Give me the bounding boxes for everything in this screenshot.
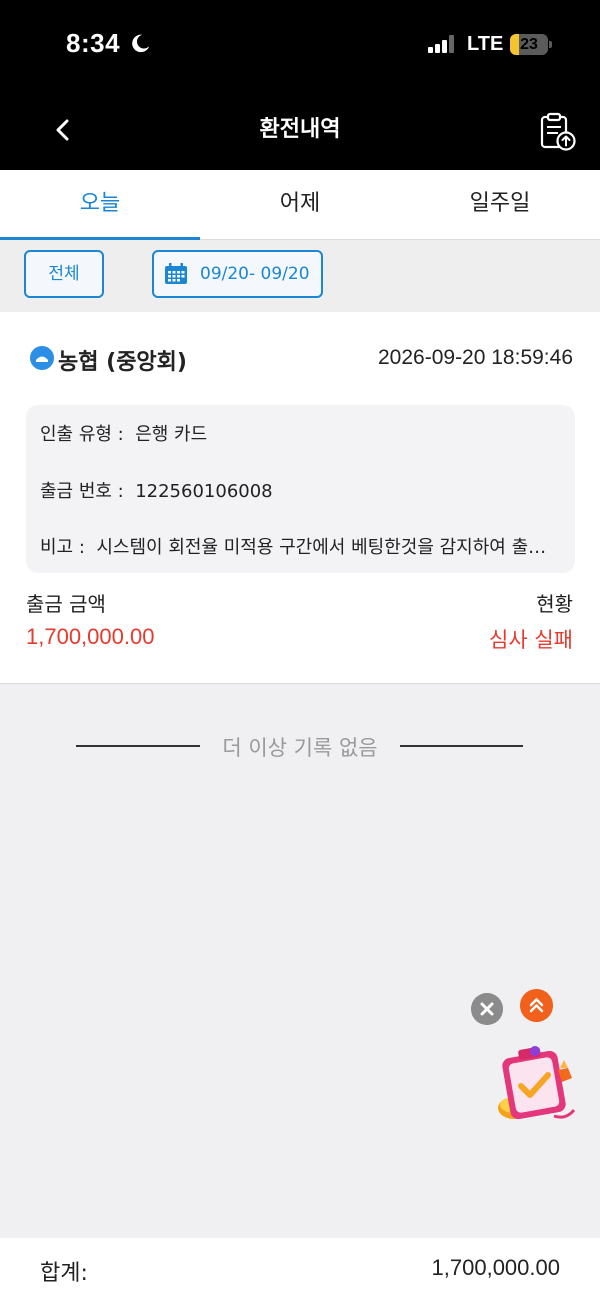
tab-today[interactable]: 오늘: [0, 170, 200, 240]
tab-yesterday[interactable]: 어제: [200, 170, 400, 240]
bank-name: 농협 (중앙회): [58, 350, 187, 375]
chevron-left-icon[interactable]: [46, 112, 82, 148]
status-bar: 8:34 LTE 23: [0, 0, 600, 90]
withdraw-type-value: 은행 카드: [135, 424, 208, 445]
scroll-top-icon[interactable]: [520, 989, 553, 1022]
total-label: 합계:: [40, 1261, 88, 1286]
record-datetime: 2026-09-20 18:59:46: [378, 346, 573, 369]
total-value: 1,700,000.00: [431, 1255, 560, 1280]
withdraw-number-value: 122560106008: [135, 481, 273, 502]
calendar-icon: [165, 263, 187, 284]
withdraw-type-row: 인출 유형 : 은행 카드: [40, 420, 207, 446]
no-more-records: 더 이상 기록 없음: [222, 736, 378, 760]
battery-level: 23: [520, 36, 538, 53]
status-value: 심사 실패: [489, 628, 573, 652]
exchange-record-card[interactable]: 농협 (중앙회) 2026-09-20 18:59:46 인출 유형 : 은행 …: [0, 312, 600, 684]
moon-icon: [132, 34, 150, 53]
bank-logo-icon: [30, 346, 54, 370]
filter-all-button[interactable]: 전체: [24, 250, 104, 298]
filter-bar: 전체 09/20- 09/20: [0, 240, 600, 312]
nav-bar: 환전내역: [0, 90, 600, 170]
date-range-button[interactable]: 09/20- 09/20: [152, 250, 323, 298]
date-range-text: 09/20- 09/20: [200, 264, 310, 284]
withdraw-number-row: 출금 번호 : 122560106008: [40, 477, 273, 503]
signal-icon: [428, 35, 456, 53]
network-label: LTE: [467, 33, 504, 55]
tab-week[interactable]: 일주일: [400, 170, 600, 240]
remark-value: 시스템이 회전율 미적용 구간에서 베팅한것을 감지하여 출금이 거절되었습니다: [96, 537, 560, 558]
status-label: 현황: [536, 592, 573, 616]
battery-icon: 23: [510, 34, 552, 55]
remark-row: 비고 : 시스템이 회전율 미적용 구간에서 베팅한것을 감지하여 출금이 거절…: [40, 533, 560, 559]
page-title: 환전내역: [259, 117, 341, 142]
divider-right: [400, 745, 523, 747]
withdraw-type-label: 인출 유형 :: [40, 424, 124, 445]
total-footer: 합계: 1,700,000.00: [0, 1238, 600, 1301]
remark-label: 비고 :: [40, 537, 85, 558]
promo-gift-icon[interactable]: [494, 1042, 580, 1126]
withdraw-number-label: 출금 번호 :: [40, 481, 124, 502]
status-time: 8:34: [66, 28, 121, 58]
amount-label: 출금 금액: [26, 592, 106, 616]
date-tabs: 오늘 어제 일주일: [0, 170, 600, 240]
clipboard-upload-icon[interactable]: [536, 110, 578, 152]
record-detail-box: 인출 유형 : 은행 카드 출금 번호 : 122560106008 비고 : …: [26, 405, 575, 573]
amount-value: 1,700,000.00: [26, 624, 155, 649]
close-icon[interactable]: [471, 993, 503, 1025]
